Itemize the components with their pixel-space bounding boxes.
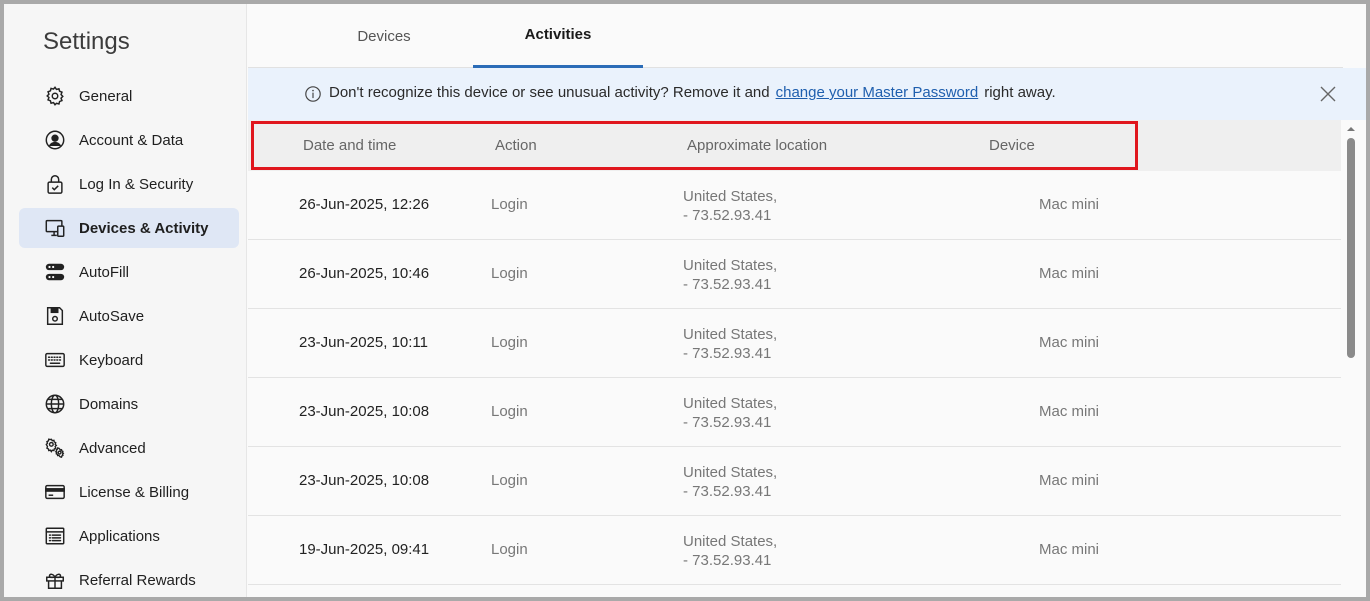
row-device: Mac mini	[1039, 472, 1100, 489]
table-row[interactable]: 26-Jun-2025, 10:46 Login United States, -…	[248, 240, 1341, 309]
row-location-country: United States,	[683, 464, 778, 481]
sidebar-item-label: Devices & Activity	[79, 219, 209, 237]
sidebar-item-autofill[interactable]: AutoFill	[19, 252, 239, 292]
settings-window: Settings General Account & Data Log In &…	[4, 4, 1366, 597]
banner-text-after: right away.	[984, 84, 1056, 101]
banner-text-before: Don't recognize this device or see unusu…	[329, 84, 770, 101]
tab-activities[interactable]: Activities	[473, 4, 643, 68]
row-action: Login	[491, 196, 528, 213]
row-location: United States, - 73.52.93.41	[683, 532, 777, 570]
sidebar-item-label: Account & Data	[79, 131, 184, 149]
lock-check-icon	[44, 173, 66, 195]
row-device: Mac mini	[1039, 265, 1100, 282]
banner-message: Don't recognize this device or see unusu…	[329, 84, 1056, 101]
row-device: Mac mini	[1039, 196, 1100, 213]
close-icon[interactable]	[1318, 84, 1338, 104]
sidebar-item-advanced[interactable]: Advanced	[19, 428, 239, 468]
sidebar-item-label: AutoSave	[79, 307, 145, 325]
sidebar-item-label: Advanced	[79, 439, 146, 457]
sidebar-item-account-data[interactable]: Account & Data	[19, 120, 239, 160]
table-row[interactable]: 23-Jun-2025, 10:08 Login United States, -…	[248, 447, 1341, 516]
scrollbar-thumb[interactable]	[1347, 138, 1355, 358]
sidebar-item-label: AutoFill	[79, 263, 130, 281]
sidebar-item-label: Applications	[79, 527, 160, 545]
gear-icon	[44, 85, 66, 107]
credit-card-icon	[44, 481, 66, 503]
row-date: 19-Jun-2025, 09:41	[299, 541, 430, 558]
sidebar-item-label: General	[79, 87, 133, 105]
sidebar-item-applications[interactable]: Applications	[19, 516, 239, 556]
row-date: 23-Jun-2025, 10:08	[299, 472, 430, 489]
save-icon	[44, 305, 66, 327]
header-highlight-box	[251, 121, 1138, 170]
tab-bar: Devices Activities	[248, 4, 1343, 68]
row-device: Mac mini	[1039, 334, 1100, 351]
sidebar-title: Settings	[43, 28, 130, 55]
keyboard-icon	[44, 349, 66, 371]
row-action: Login	[491, 265, 528, 282]
table-row[interactable]: 23-Jun-2025, 10:08 Login United States, -…	[248, 378, 1341, 447]
change-master-password-link[interactable]: change your Master Password	[776, 84, 979, 101]
row-location-ip: - 73.52.93.41	[683, 414, 772, 431]
devices-icon	[44, 217, 66, 239]
row-location: United States, - 73.52.93.41	[683, 325, 777, 363]
row-location-ip: - 73.52.93.41	[683, 483, 772, 500]
table-row[interactable]: 19-Jun-2025, 09:41 Login United States, -…	[248, 516, 1341, 585]
applications-icon	[44, 525, 66, 547]
row-location: United States, - 73.52.93.41	[683, 394, 777, 432]
row-location-country: United States,	[683, 533, 778, 550]
info-icon	[305, 86, 321, 102]
main-panel: Devices Activities Don't recognize this …	[248, 4, 1366, 597]
tab-devices[interactable]: Devices	[299, 4, 469, 68]
row-location: United States, - 73.52.93.41	[683, 187, 777, 225]
gears-icon	[44, 437, 66, 459]
row-action: Login	[491, 403, 528, 420]
row-date: 23-Jun-2025, 10:08	[299, 403, 430, 420]
row-location-ip: - 73.52.93.41	[683, 207, 772, 224]
sidebar-item-label: Referral Rewards	[79, 571, 196, 589]
row-location-ip: - 73.52.93.41	[683, 345, 772, 362]
sidebar-item-label: Log In & Security	[79, 175, 194, 193]
sidebar-item-label: Domains	[79, 395, 139, 413]
sidebar-item-domains[interactable]: Domains	[19, 384, 239, 424]
sidebar-item-license-billing[interactable]: License & Billing	[19, 472, 239, 512]
sidebar-item-keyboard[interactable]: Keyboard	[19, 340, 239, 380]
sidebar-item-label: Keyboard	[79, 351, 144, 369]
row-location-country: United States,	[683, 326, 778, 343]
row-location: United States, - 73.52.93.41	[683, 256, 777, 294]
security-banner: Don't recognize this device or see unusu…	[248, 68, 1366, 120]
row-location-ip: - 73.52.93.41	[683, 552, 772, 569]
row-location-country: United States,	[683, 395, 778, 412]
row-date: 26-Jun-2025, 12:26	[299, 196, 430, 213]
row-device: Mac mini	[1039, 403, 1100, 420]
sidebar-item-general[interactable]: General	[19, 76, 239, 116]
sidebar-item-login-security[interactable]: Log In & Security	[19, 164, 239, 204]
user-circle-icon	[44, 129, 66, 151]
row-location-country: United States,	[683, 257, 778, 274]
row-device: Mac mini	[1039, 541, 1100, 558]
sidebar-item-label: License & Billing	[79, 483, 190, 501]
row-date: 26-Jun-2025, 10:46	[299, 265, 430, 282]
row-date: 23-Jun-2025, 10:11	[299, 334, 428, 351]
row-action: Login	[491, 541, 528, 558]
table-row[interactable]: 26-Jun-2025, 12:26 Login United States, -…	[248, 171, 1341, 240]
sidebar-item-referral-rewards[interactable]: Referral Rewards	[19, 560, 239, 597]
table-row[interactable]: 23-Jun-2025, 10:11 Login United States, -…	[248, 309, 1341, 378]
row-location-ip: - 73.52.93.41	[683, 276, 772, 293]
row-location: United States, - 73.52.93.41	[683, 463, 777, 501]
gift-icon	[44, 569, 66, 591]
row-action: Login	[491, 334, 528, 351]
sidebar: Settings General Account & Data Log In &…	[4, 4, 247, 597]
table-scrollbar[interactable]	[1344, 120, 1358, 597]
sidebar-item-devices-activity[interactable]: Devices & Activity	[19, 208, 239, 248]
autofill-icon	[44, 261, 66, 283]
row-action: Login	[491, 472, 528, 489]
globe-icon	[44, 393, 66, 415]
scroll-up-arrow-icon[interactable]	[1346, 124, 1356, 134]
row-location-country: United States,	[683, 188, 778, 205]
sidebar-item-autosave[interactable]: AutoSave	[19, 296, 239, 336]
